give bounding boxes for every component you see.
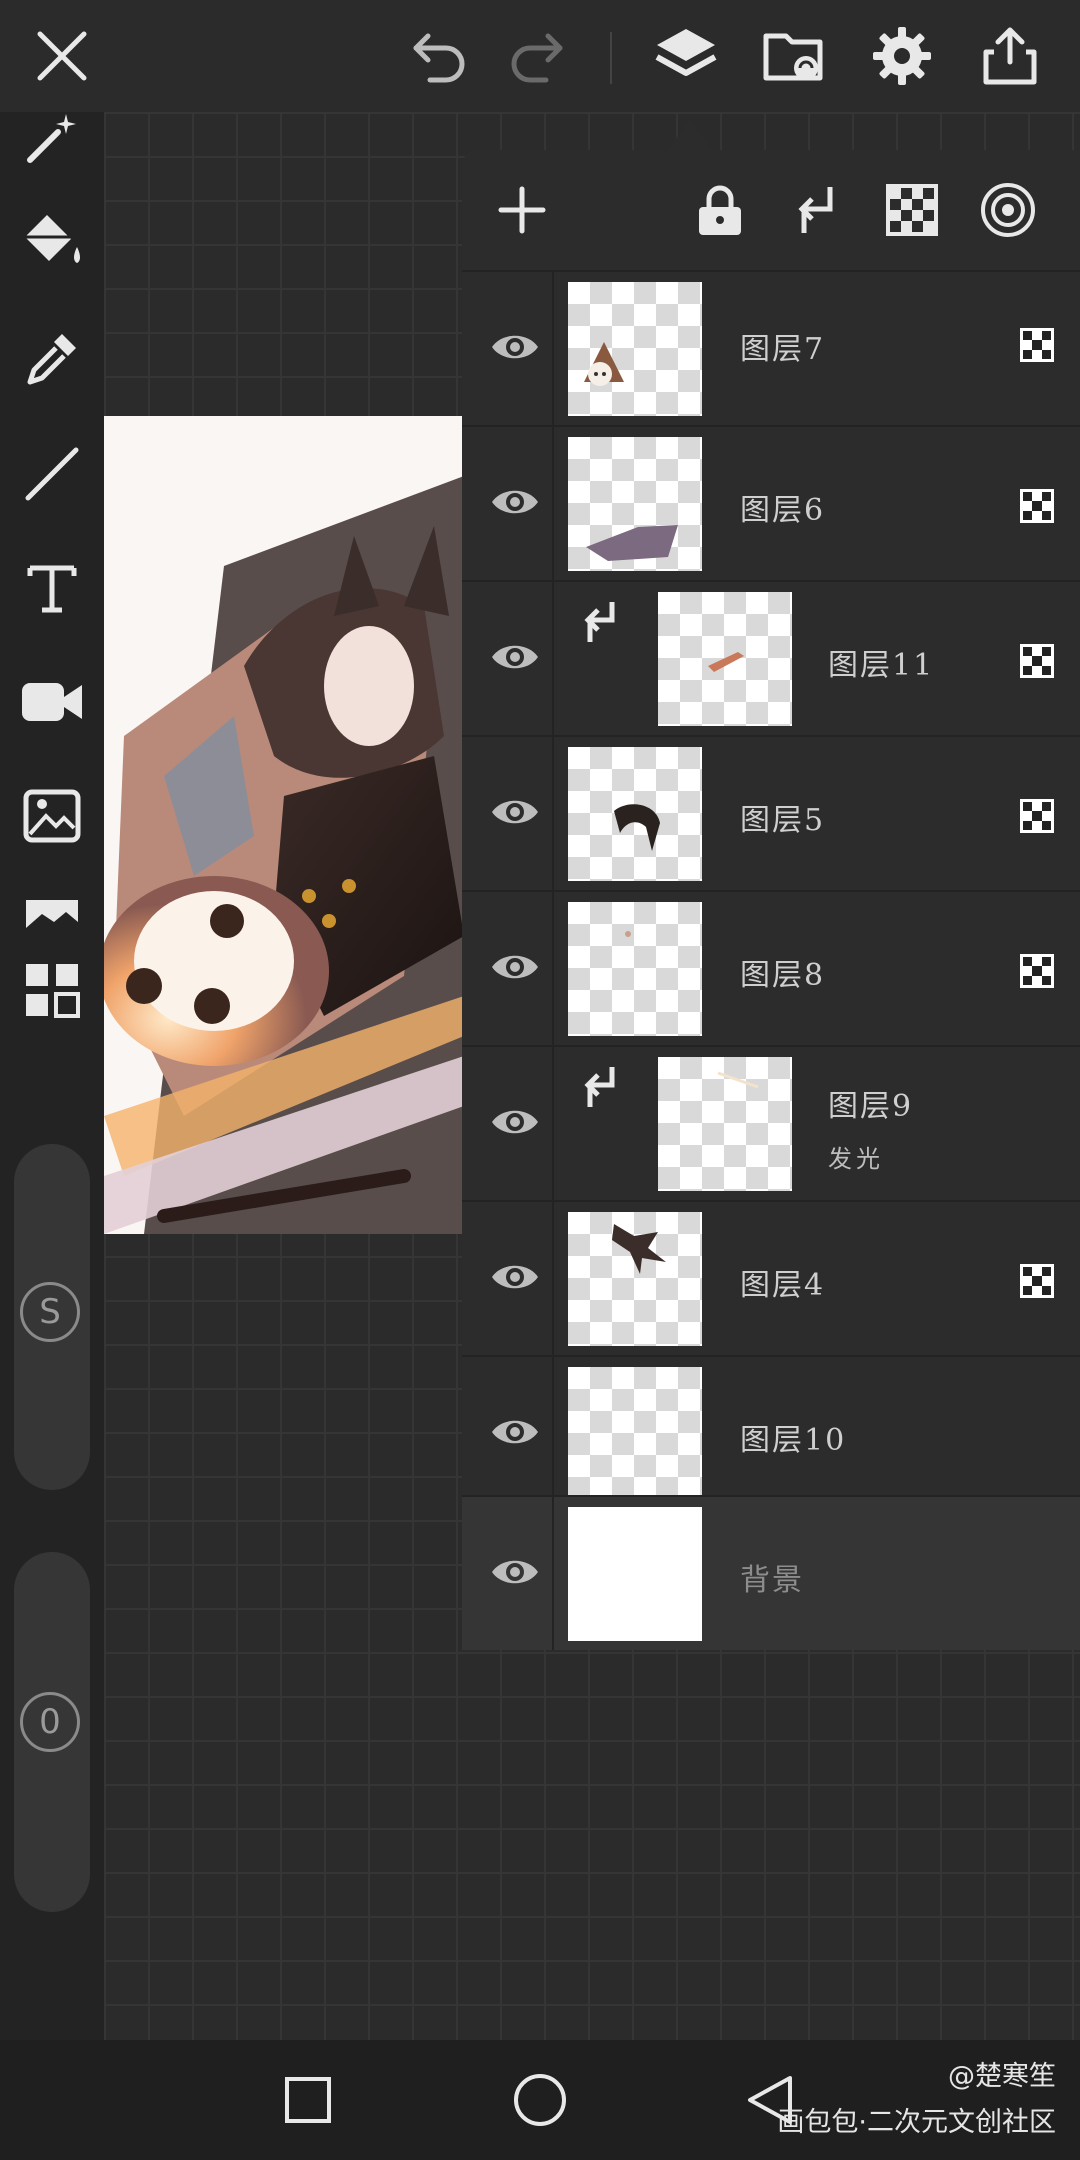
- top-toolbar: [0, 0, 1080, 112]
- layers-panel-toolbar: [462, 150, 1080, 270]
- opacity-slider[interactable]: 0: [14, 1552, 90, 1912]
- opacity-badge: 0: [20, 1692, 80, 1752]
- visibility-eye-icon[interactable]: [482, 1089, 548, 1155]
- layer-name: 图层11: [828, 648, 935, 683]
- eye-column-divider: [552, 1497, 554, 1650]
- visibility-eye-icon[interactable]: [482, 469, 548, 535]
- layer-alpha-lock-icon[interactable]: [1007, 941, 1067, 1001]
- layer-thumbnail: [568, 902, 702, 1036]
- layer-row[interactable]: 图层4: [462, 1200, 1080, 1355]
- layers-panel: 图层7 图层6 图层11 图层5 图层8 图层9 发光 图层4 图层10 背景: [462, 150, 1080, 1650]
- brush-size-badge: S: [20, 1282, 80, 1342]
- add-layer-icon[interactable]: [484, 172, 560, 248]
- layer-thumbnail: [568, 437, 702, 571]
- folder-sync-icon[interactable]: [756, 18, 832, 94]
- eyedropper-icon[interactable]: [12, 318, 92, 398]
- visibility-eye-icon[interactable]: [482, 624, 548, 690]
- clipping-mask-icon[interactable]: [778, 172, 854, 248]
- watermark-author: @楚寒笙: [948, 2061, 1056, 2092]
- eye-column-divider: [552, 427, 554, 580]
- layer-alpha-lock-icon[interactable]: [1007, 476, 1067, 536]
- clipped-indicator-icon: [574, 594, 626, 650]
- layers-panel-pointer: [668, 120, 712, 150]
- paint-bucket-icon[interactable]: [12, 202, 92, 282]
- layer-thumbnail: [658, 1057, 792, 1191]
- layer-row[interactable]: 图层8: [462, 890, 1080, 1045]
- layer-name: 图层7: [740, 332, 826, 367]
- line-tool-icon[interactable]: [12, 434, 92, 514]
- layer-name: 图层10: [740, 1423, 847, 1458]
- brush-size-slider[interactable]: S: [14, 1144, 90, 1490]
- reference-image-icon[interactable]: [12, 872, 92, 952]
- visibility-eye-icon[interactable]: [482, 1399, 548, 1465]
- layer-name: 图层8: [740, 958, 826, 993]
- settings-gear-icon[interactable]: [864, 18, 940, 94]
- layer-options-ring-icon[interactable]: [970, 172, 1046, 248]
- lock-layer-icon[interactable]: [682, 172, 758, 248]
- visibility-eye-icon[interactable]: [482, 314, 548, 380]
- layer-thumbnail: [568, 747, 702, 881]
- close-icon[interactable]: [24, 18, 100, 94]
- layer-alpha-lock-icon[interactable]: [1007, 1251, 1067, 1311]
- layer-row-selected[interactable]: 背景: [462, 1495, 1080, 1650]
- layer-row[interactable]: 图层6: [462, 425, 1080, 580]
- import-image-icon[interactable]: [12, 776, 92, 856]
- visibility-eye-icon[interactable]: [482, 779, 548, 845]
- layer-row[interactable]: 图层7: [462, 270, 1080, 425]
- layer-thumbnail: [568, 1212, 702, 1346]
- materials-grid-icon[interactable]: [12, 950, 92, 1030]
- eye-column-divider: [552, 272, 554, 425]
- eye-column-divider: [552, 892, 554, 1045]
- redo-icon[interactable]: [498, 18, 574, 94]
- layer-thumbnail: [568, 1507, 702, 1641]
- layer-thumbnail: [568, 282, 702, 416]
- watermark-site: 画包包·二次元文创社区: [777, 2107, 1056, 2138]
- visibility-eye-icon[interactable]: [482, 934, 548, 1000]
- layer-thumbnail: [658, 592, 792, 726]
- left-toolbar: S 0: [0, 112, 104, 2040]
- home-circle-icon[interactable]: [500, 2060, 580, 2140]
- layer-row[interactable]: 图层9 发光: [462, 1045, 1080, 1200]
- eye-column-divider: [552, 1202, 554, 1355]
- share-export-icon[interactable]: [972, 18, 1048, 94]
- alpha-lock-icon[interactable]: [874, 172, 950, 248]
- system-navigation-bar: @楚寒笙 画包包·二次元文创社区: [0, 2040, 1080, 2160]
- layer-row[interactable]: 图层5: [462, 735, 1080, 890]
- recent-apps-square-icon[interactable]: [268, 2060, 348, 2140]
- clipped-indicator-icon: [574, 1059, 626, 1115]
- layer-name: 图层4: [740, 1268, 826, 1303]
- undo-icon[interactable]: [402, 18, 478, 94]
- layer-name: 图层6: [740, 493, 826, 528]
- layer-row[interactable]: 图层10: [462, 1355, 1080, 1510]
- layer-name: 图层9: [828, 1089, 914, 1124]
- layers-icon[interactable]: [648, 18, 724, 94]
- layer-blend-mode: 发光: [828, 1145, 884, 1173]
- layer-alpha-lock-icon[interactable]: [1007, 315, 1067, 375]
- layer-name: 背景: [740, 1563, 804, 1598]
- eye-column-divider: [552, 1357, 554, 1510]
- eye-column-divider: [552, 737, 554, 890]
- magic-wand-icon[interactable]: [12, 98, 92, 178]
- layer-thumbnail: [568, 1367, 702, 1501]
- canvas-artwork[interactable]: [104, 416, 464, 1234]
- eye-column-divider: [552, 1047, 554, 1200]
- text-tool-icon[interactable]: [12, 548, 92, 628]
- visibility-eye-icon[interactable]: [482, 1539, 548, 1605]
- visibility-eye-icon[interactable]: [482, 1244, 548, 1310]
- layer-alpha-lock-icon[interactable]: [1007, 786, 1067, 846]
- layer-alpha-lock-icon[interactable]: [1007, 631, 1067, 691]
- toolbar-divider: [610, 32, 612, 84]
- layer-row[interactable]: 图层11: [462, 580, 1080, 735]
- eye-column-divider: [552, 582, 554, 735]
- video-record-icon[interactable]: [12, 662, 92, 742]
- layer-name: 图层5: [740, 803, 826, 838]
